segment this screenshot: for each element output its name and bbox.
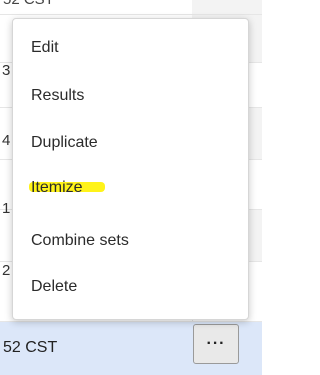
ellipsis-icon: ··· [206,335,226,352]
row-divider [0,14,262,15]
table-cell-text: 52 CST [3,0,54,8]
menu-item-delete[interactable]: Delete [31,278,77,296]
menu-item-combine-sets[interactable]: Combine sets [31,232,129,250]
menu-item-duplicate[interactable]: Duplicate [31,134,98,152]
table-cell-text: 1 [2,200,11,217]
menu-item-edit[interactable]: Edit [31,39,59,57]
table-cell-text: 3 [2,62,11,79]
context-menu: Edit Results Duplicate Itemize Combine s… [12,18,249,320]
row-time-text: 52 CST [3,339,58,356]
table-cell-text: 4 [2,132,11,149]
menu-item-results[interactable]: Results [31,87,84,105]
table-cell-text: 2 [2,262,11,279]
more-actions-button[interactable]: ··· [193,324,239,364]
menu-item-itemize[interactable]: Itemize [31,179,83,197]
